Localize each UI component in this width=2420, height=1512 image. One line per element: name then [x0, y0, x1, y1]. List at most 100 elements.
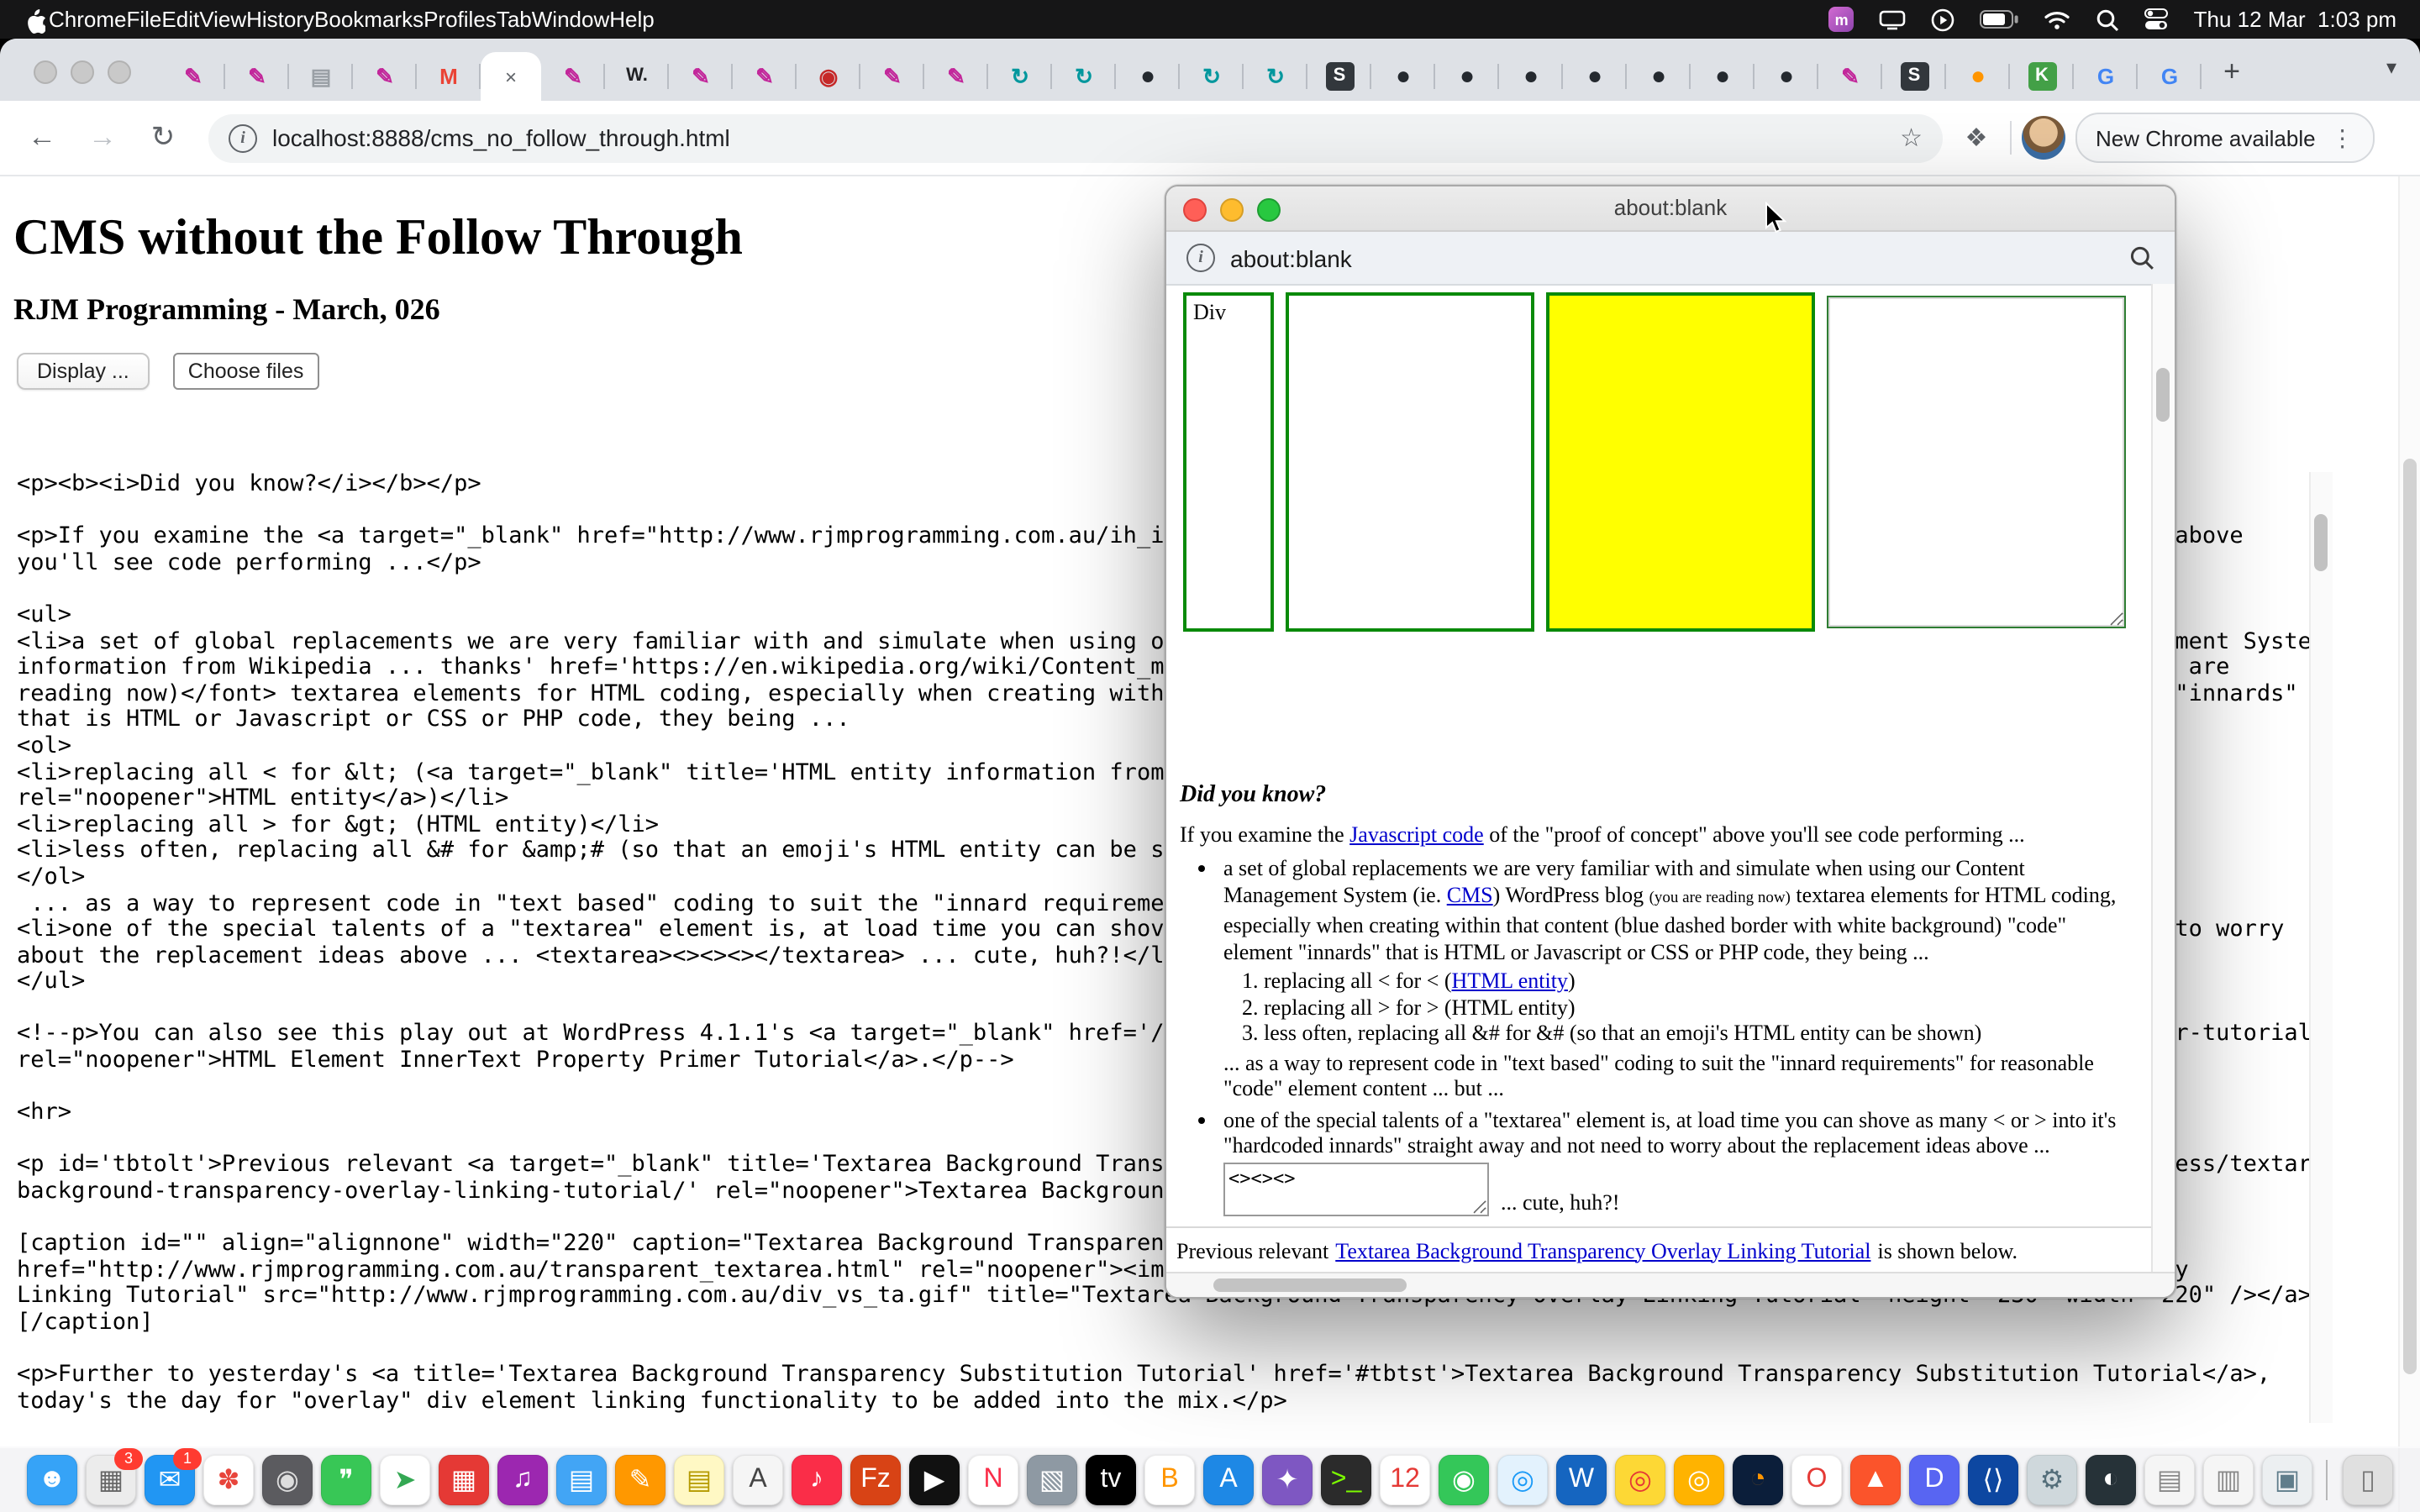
browser-tab[interactable]: S [1882, 52, 1946, 101]
browser-tab[interactable]: ✎ [860, 52, 924, 101]
browser-tab[interactable]: ● [1691, 52, 1754, 101]
dock-app-icon[interactable]: ✉ 1 [145, 1455, 195, 1505]
browser-tab[interactable]: ● [1435, 52, 1499, 101]
menubar-item[interactable]: Bookmarks [314, 7, 424, 32]
dock-app-icon[interactable]: 12 [1380, 1455, 1430, 1505]
previous-tutorial-link[interactable]: Textarea Background Transparency Overlay… [1335, 1237, 1870, 1264]
dock-app-icon[interactable]: ◉ [262, 1455, 313, 1505]
dock-app-icon[interactable]: ♪ [792, 1455, 842, 1505]
popup-titlebar[interactable]: about:blank [1166, 186, 2175, 232]
dock-app-icon[interactable]: ♫ [497, 1455, 548, 1505]
popup-textarea-2[interactable] [1827, 296, 2126, 628]
dock-app-icon[interactable]: ◎ [1615, 1455, 1665, 1505]
control-center-icon[interactable] [2145, 8, 2169, 30]
site-info-icon[interactable]: i [229, 123, 257, 152]
popup-horizontal-scrollbar[interactable] [1166, 1272, 2175, 1297]
popup-vertical-scrollbar-thumb[interactable] [2156, 368, 2170, 422]
profile-avatar[interactable] [2022, 116, 2065, 160]
browser-tab[interactable]: ● [1946, 52, 2010, 101]
dock-app-icon[interactable]: ▤ [674, 1455, 724, 1505]
dock-app-icon[interactable]: ▤ [2144, 1455, 2195, 1505]
menubar-item[interactable]: Edit [161, 7, 199, 32]
tab-close-icon[interactable]: × [505, 65, 517, 88]
browser-tab[interactable]: ✎ [225, 52, 289, 101]
javascript-code-link[interactable]: Javascript code [1349, 821, 1484, 846]
browser-tab[interactable]: ● [1371, 52, 1435, 101]
dock-app-icon[interactable]: ◉ [1439, 1455, 1489, 1505]
dock-app-icon[interactable]: ◎ [1497, 1455, 1548, 1505]
cms-link[interactable]: CMS [1447, 881, 1493, 906]
display-icon[interactable] [1880, 9, 1907, 29]
chrome-update-button[interactable]: New Chrome available ⋮ [2075, 113, 2375, 163]
menubar-item[interactable]: Profiles [424, 7, 497, 32]
dock-app-icon[interactable]: Fz [850, 1455, 901, 1505]
textarea-scrollbar-thumb[interactable] [2314, 514, 2328, 571]
play-icon[interactable] [1932, 8, 1955, 31]
browser-tab[interactable]: ✎ [541, 52, 605, 101]
menubar-clock[interactable]: Thu 12 Mar 1:03 pm [2194, 7, 2396, 32]
browser-tab[interactable]: W. [605, 52, 669, 101]
dock-app-icon[interactable]: ▦ 3 [86, 1455, 136, 1505]
url-text[interactable]: localhost:8888/cms_no_follow_through.htm… [272, 124, 730, 151]
dock-app-icon[interactable]: ⚙ [2027, 1455, 2077, 1505]
popup-horizontal-scrollbar-thumb[interactable] [1213, 1278, 1407, 1292]
browser-tab[interactable]: ✎ [161, 52, 225, 101]
browser-tab[interactable]: ▤ [289, 52, 353, 101]
dock-app-icon[interactable]: ▤ [556, 1455, 607, 1505]
dock-app-icon[interactable]: ❞ [321, 1455, 371, 1505]
dock-app-icon[interactable]: ▲ [1850, 1455, 1901, 1505]
html-entity-link[interactable]: HTML entity [1452, 968, 1568, 993]
popup-vertical-scrollbar[interactable] [2151, 284, 2175, 1273]
menubar-item[interactable]: History [246, 7, 314, 32]
spotlight-icon[interactable] [2096, 8, 2120, 31]
battery-icon[interactable] [1981, 10, 2019, 29]
close-window-button[interactable] [34, 60, 57, 84]
tab-search-button[interactable]: ▾ [2386, 55, 2396, 79]
browser-tab[interactable]: G [2138, 52, 2202, 101]
dock-app-icon[interactable]: ◎ [1674, 1455, 1724, 1505]
browser-tab[interactable]: ● [1627, 52, 1691, 101]
textarea-scrollbar[interactable] [2309, 472, 2333, 1423]
dock-app-icon[interactable]: A [1203, 1455, 1254, 1505]
dock-app-icon[interactable]: ⟨⟩ [1968, 1455, 2018, 1505]
browser-tab[interactable]: ✎ [669, 52, 733, 101]
popup-site-info-icon[interactable]: i [1186, 244, 1215, 272]
dock-app-icon[interactable]: >_ [1321, 1455, 1371, 1505]
tab-active[interactable]: × [481, 52, 541, 101]
dock-app-icon[interactable]: ▧ [1027, 1455, 1077, 1505]
apple-menu-icon[interactable] [24, 6, 45, 33]
browser-tab[interactable]: ✎ [1818, 52, 1882, 101]
browser-tab[interactable]: ◉ [797, 52, 860, 101]
page-scrollbar[interactable] [2398, 176, 2420, 1512]
menubar-item[interactable]: View [199, 7, 246, 32]
browser-tab[interactable]: ↻ [1244, 52, 1307, 101]
dock-app-icon[interactable]: A [733, 1455, 783, 1505]
dock-app-icon[interactable]: ◔ [1733, 1455, 1783, 1505]
dock-app-icon[interactable]: ▶ [909, 1455, 960, 1505]
dock-app-icon[interactable]: ✽ [203, 1455, 254, 1505]
dock-app-icon[interactable]: D [1909, 1455, 1960, 1505]
reload-button[interactable]: ↻ [138, 113, 188, 163]
menubar-item[interactable]: File [127, 7, 162, 32]
browser-tab[interactable]: M [417, 52, 481, 101]
address-bar[interactable]: i localhost:8888/cms_no_follow_through.h… [208, 113, 1943, 162]
menubar-item[interactable]: Help [609, 7, 655, 32]
browser-tab[interactable]: ● [1499, 52, 1563, 101]
dock-app-icon[interactable]: N [968, 1455, 1018, 1505]
dock-app-icon[interactable]: B [1144, 1455, 1195, 1505]
popup-url-text[interactable]: about:blank [1230, 244, 1352, 271]
back-button[interactable]: ← [17, 113, 67, 163]
choose-files-button[interactable]: Choose files [173, 353, 319, 390]
page-scrollbar-thumb[interactable] [2403, 459, 2417, 1374]
browser-tab[interactable]: ✎ [733, 52, 797, 101]
browser-tab[interactable]: ● [1563, 52, 1627, 101]
browser-tab[interactable]: ↻ [988, 52, 1052, 101]
extensions-icon[interactable]: ❖ [1953, 123, 2000, 153]
demo-textarea[interactable]: <><><> [1223, 1162, 1489, 1215]
bookmark-star-icon[interactable]: ☆ [1900, 123, 1923, 153]
dock-app-icon[interactable]: ▥ [2203, 1455, 2254, 1505]
minimize-window-button[interactable] [71, 60, 94, 84]
forward-button[interactable]: → [77, 113, 128, 163]
browser-tab[interactable]: ● [1116, 52, 1180, 101]
display-button[interactable]: Display ... [17, 353, 150, 390]
